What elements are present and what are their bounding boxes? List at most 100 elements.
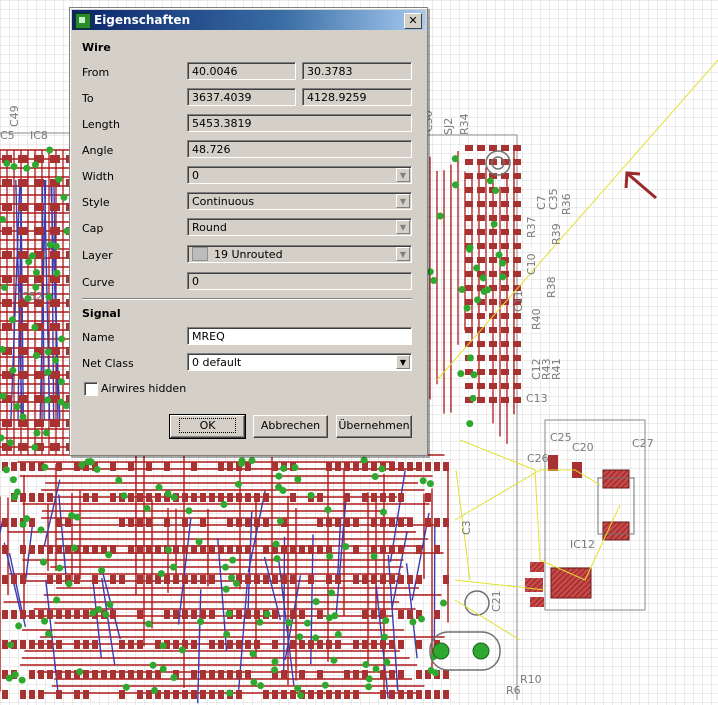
smd-pad <box>380 493 386 502</box>
via-pad <box>106 601 114 609</box>
smd-pad <box>263 545 269 554</box>
airwires-hidden-checkbox[interactable] <box>84 382 98 396</box>
chevron-down-icon[interactable]: ▼ <box>396 355 410 369</box>
smd-pad <box>326 690 332 699</box>
smd-pad <box>477 215 485 221</box>
smd-pad <box>513 397 521 403</box>
smd-pad <box>11 462 17 471</box>
via-pad <box>222 585 230 593</box>
smd-pad <box>477 369 485 375</box>
via-pad <box>490 220 498 228</box>
smd-pad <box>173 575 179 584</box>
smd-pad <box>281 670 287 679</box>
smd-pad <box>110 575 116 584</box>
smd-pad <box>443 690 449 699</box>
via-pad <box>275 472 283 480</box>
smd-pad <box>218 462 224 471</box>
via-pad <box>495 251 503 259</box>
from-x-field: 40.0046 <box>187 62 296 80</box>
smd-pad <box>18 155 28 163</box>
smd-pad <box>218 640 224 649</box>
smd-pad <box>263 690 269 699</box>
ok-button[interactable]: OK <box>169 414 246 439</box>
via-pad <box>426 480 434 488</box>
smd-pad <box>513 187 521 193</box>
via-pad <box>105 551 113 559</box>
airwires-hidden-label[interactable]: Airwires hidden <box>101 382 186 395</box>
via-pad <box>164 546 172 554</box>
smd-pad <box>50 419 60 427</box>
smd-pad <box>20 493 26 502</box>
style-combo: Continuous ▼ <box>187 192 412 210</box>
via-pad <box>1 283 9 291</box>
smd-pad <box>200 575 206 584</box>
smd-pad <box>477 159 485 165</box>
via-pad <box>93 465 101 473</box>
via-pad <box>44 368 52 376</box>
smd-pad <box>182 690 188 699</box>
via-pad <box>223 630 231 638</box>
smd-pad <box>371 545 377 554</box>
smd-pad <box>200 493 206 502</box>
smd-pad <box>380 518 386 527</box>
smd-pad <box>137 670 143 679</box>
silk-label: R34 <box>458 113 471 135</box>
via-pad <box>39 558 47 566</box>
smd-pad <box>218 670 224 679</box>
smd-pad <box>56 462 62 471</box>
dialog-titlebar[interactable]: Eigenschaften ✕ <box>72 10 425 30</box>
smd-pad <box>2 610 8 619</box>
smd-pad <box>513 271 521 277</box>
silk-label: IC12 <box>570 538 595 551</box>
smd-pad <box>443 518 449 527</box>
netclass-select[interactable]: 0 default ▼ <box>187 353 412 371</box>
via-pad <box>248 457 256 465</box>
smd-pad <box>18 323 28 331</box>
smd-pad <box>236 670 242 679</box>
via-pad <box>9 476 17 484</box>
close-button[interactable]: ✕ <box>404 13 422 29</box>
via-pad <box>430 277 438 285</box>
smd-pad <box>11 518 17 527</box>
smd-pad <box>477 257 485 263</box>
width-combo: 0 ▼ <box>187 166 412 184</box>
signal-name-input[interactable]: MREQ <box>187 327 412 345</box>
apply-button[interactable]: Übernehmen <box>336 415 412 438</box>
smd-pad <box>371 462 377 471</box>
via-pad <box>418 615 426 623</box>
smd-pad <box>465 327 473 333</box>
silk-label: R38 <box>545 276 558 298</box>
ok-button-label: OK <box>178 418 237 433</box>
via-pad <box>197 618 205 626</box>
via-pad <box>31 443 39 451</box>
smd-pad <box>20 690 26 699</box>
smd-pad <box>2 323 12 331</box>
smd-pad <box>38 690 44 699</box>
via-pad <box>8 316 16 324</box>
smd-pad <box>236 690 242 699</box>
via-pad <box>371 473 379 481</box>
via-pad <box>419 477 427 485</box>
smd-pad <box>398 575 404 584</box>
smd-pad <box>18 371 28 379</box>
smd-pad <box>380 690 386 699</box>
via-pad <box>56 564 64 572</box>
smd-pad <box>65 610 71 619</box>
via-pad <box>436 212 444 220</box>
smd-pad <box>416 640 422 649</box>
smd-pad <box>425 518 431 527</box>
silk-label: R36 <box>560 193 573 215</box>
smd-pad <box>407 610 413 619</box>
smd-pad <box>513 243 521 249</box>
via-pad <box>33 429 41 437</box>
cancel-button[interactable]: Abbrechen <box>253 415 328 438</box>
smd-pad <box>11 575 17 584</box>
smd-pad <box>164 690 170 699</box>
smd-pad <box>326 640 332 649</box>
smd-pad <box>513 229 521 235</box>
smd-pad <box>128 493 134 502</box>
via-pad <box>23 164 31 172</box>
via-pad <box>334 630 342 638</box>
via-pad <box>360 456 368 464</box>
smd-pad <box>513 215 521 221</box>
